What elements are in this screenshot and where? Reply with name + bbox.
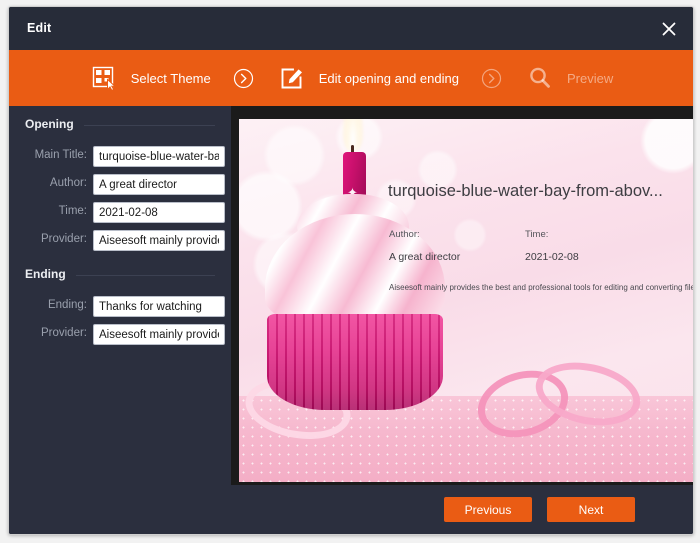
edit-dialog-window: Edit Select Theme Edit opening and endin… (8, 6, 694, 535)
close-button[interactable] (655, 15, 683, 42)
step-label-edit-opening-ending: Edit opening and ending (318, 70, 459, 86)
section-divider-ending (75, 274, 215, 276)
field-ending-provider: Provider: (9, 324, 231, 346)
section-heading-ending: Ending (25, 267, 215, 281)
preview-author-value: A great director (389, 251, 461, 263)
edit-form-sidebar: Opening Main Title: Author: Time: Provid… (9, 106, 231, 485)
chevron-right-circle-icon-1 (233, 67, 255, 89)
author-input[interactable] (93, 174, 225, 195)
title-bar: Edit (9, 7, 693, 51)
provider-input[interactable] (93, 230, 225, 251)
field-label-time: Time: (58, 205, 87, 217)
preview-overlay-description: Aiseesoft mainly provides the best and p… (389, 283, 694, 292)
dialog-body: Opening Main Title: Author: Time: Provid… (9, 106, 693, 485)
wizard-step-bar: Select Theme Edit opening and ending Pre… (9, 50, 693, 106)
section-heading-opening-label: Opening (25, 117, 74, 131)
close-icon (662, 22, 676, 35)
magnifier-icon (525, 63, 555, 93)
next-button[interactable]: Next (547, 497, 635, 522)
step-preview[interactable]: Preview (525, 50, 613, 106)
field-label-ending: Ending: (47, 299, 87, 311)
preview-photo: ✦ ✦ ✦ ✦ turquoise-blue-water-bay-from-ab… (239, 119, 694, 482)
preview-author-key: Author: (389, 229, 420, 240)
dialog-footer: Previous Next (9, 485, 693, 534)
step-label-preview: Preview (566, 70, 614, 86)
field-ending: Ending: (9, 296, 231, 318)
section-divider-opening (83, 124, 215, 126)
section-heading-opening: Opening (25, 117, 215, 131)
section-heading-ending-label: Ending (25, 267, 66, 281)
step-label-select-theme: Select Theme (130, 70, 211, 86)
field-label-ending-provider: Provider: (40, 327, 87, 339)
preview-pane: ✦ ✦ ✦ ✦ turquoise-blue-water-bay-from-ab… (231, 106, 693, 485)
step-select-theme[interactable]: Select Theme (89, 50, 211, 106)
field-label-main-title: Main Title: (34, 149, 87, 161)
edit-square-icon (277, 63, 307, 93)
cupcake-liner (267, 314, 443, 410)
field-time: Time: (9, 202, 231, 224)
field-label-author: Author: (49, 177, 87, 189)
preview-frame[interactable]: ✦ ✦ ✦ ✦ turquoise-blue-water-bay-from-ab… (239, 119, 694, 482)
ending-provider-input[interactable] (93, 324, 225, 345)
ending-input[interactable] (93, 296, 225, 317)
field-author: Author: (9, 174, 231, 196)
theme-grid-icon (89, 63, 119, 93)
preview-time-key: Time: (525, 229, 549, 240)
page-title: Edit (27, 21, 52, 35)
step-edit-opening-ending[interactable]: Edit opening and ending (277, 50, 459, 106)
preview-overlay-title: turquoise-blue-water-bay-from-abov... (388, 182, 663, 200)
previous-button[interactable]: Previous (444, 497, 532, 522)
field-provider: Provider: (9, 230, 231, 252)
chevron-right-circle-icon-2 (481, 67, 503, 89)
time-input[interactable] (93, 202, 225, 223)
field-main-title: Main Title: (9, 146, 231, 168)
preview-time-value: 2021-02-08 (525, 251, 579, 263)
main-title-input[interactable] (93, 146, 225, 167)
field-label-provider: Provider: (40, 233, 87, 245)
